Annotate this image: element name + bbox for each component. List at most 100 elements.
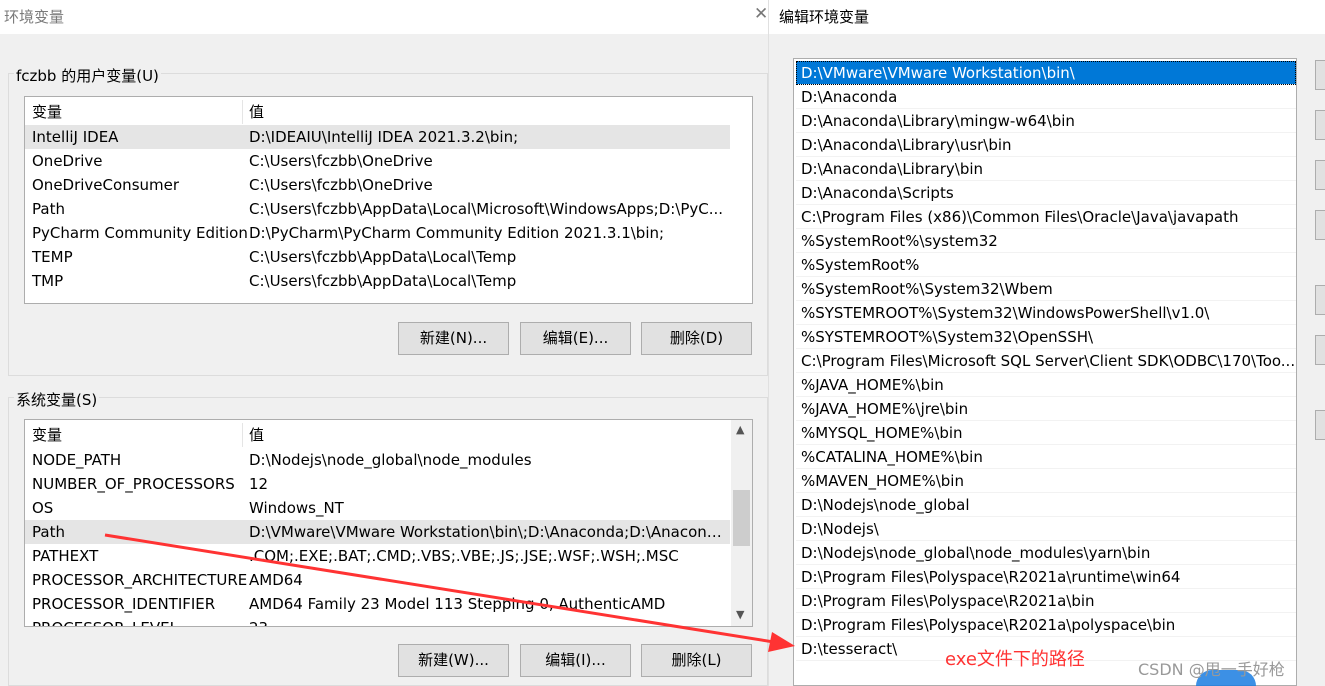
- column-separator[interactable]: [242, 423, 243, 447]
- path-item[interactable]: %JAVA_HOME%\bin: [796, 373, 1296, 397]
- path-item[interactable]: D:\VMware\VMware Workstation\bin\: [796, 61, 1296, 85]
- table-row[interactable]: OS Windows_NT: [25, 496, 730, 520]
- row-value: AMD64 Family 23 Model 113 Stepping 0, Au…: [249, 595, 666, 613]
- column-separator[interactable]: [242, 100, 243, 124]
- row-name: OneDrive: [32, 152, 103, 170]
- path-item[interactable]: %SystemRoot%\system32: [796, 229, 1296, 253]
- table-row[interactable]: OneDriveConsumer C:\Users\fczbb\OneDrive: [25, 173, 730, 197]
- path-item[interactable]: %SystemRoot%\System32\Wbem: [796, 277, 1296, 301]
- path-item[interactable]: %CATALINA_HOME%\bin: [796, 445, 1296, 469]
- row-name: OS: [32, 499, 54, 517]
- column-header-variable[interactable]: 变量: [32, 100, 62, 124]
- row-value: .COM;.EXE;.BAT;.CMD;.VBS;.VBE;.JS;.JSE;.…: [249, 547, 679, 565]
- system-variables-label: 系统变量(S): [14, 389, 100, 410]
- user-new-button[interactable]: 新建(N)...: [398, 322, 509, 355]
- row-value: D:\Nodejs\node_global\node_modules: [249, 451, 532, 469]
- row-name: PROCESSOR_IDENTIFIER: [32, 595, 216, 613]
- system-delete-button[interactable]: 删除(L): [641, 644, 752, 677]
- row-value: C:\Users\fczbb\OneDrive: [249, 152, 433, 170]
- row-name: PROCESSOR_ARCHITECTURE: [32, 571, 248, 589]
- system-edit-button[interactable]: 编辑(I)...: [520, 644, 631, 677]
- path-item[interactable]: D:\Program Files\Polyspace\R2021a\polysp…: [796, 613, 1296, 637]
- delete-button[interactable]: [1315, 210, 1325, 240]
- path-item[interactable]: %MAVEN_HOME%\bin: [796, 469, 1296, 493]
- path-item[interactable]: C:\Program Files\Microsoft SQL Server\Cl…: [796, 349, 1296, 373]
- path-item[interactable]: %JAVA_HOME%\jre\bin: [796, 397, 1296, 421]
- row-value: C:\Users\fczbb\OneDrive: [249, 176, 433, 194]
- table-row[interactable]: PATHEXT .COM;.EXE;.BAT;.CMD;.VBS;.VBE;.JS…: [25, 544, 730, 568]
- system-variables-list: 变量 值 NODE_PATH D:\Nodejs\node_global\node…: [24, 419, 753, 627]
- column-header-variable[interactable]: 变量: [32, 423, 62, 447]
- row-value: D:\PyCharm\PyCharm Community Edition 202…: [249, 224, 665, 242]
- close-icon[interactable]: ✕: [754, 4, 768, 24]
- column-header-value[interactable]: 值: [249, 423, 729, 447]
- row-value: D:\VMware\VMware Workstation\bin\;D:\Ana…: [249, 523, 729, 541]
- window-title: 编辑环境变量: [769, 0, 1325, 34]
- path-item[interactable]: D:\Program Files\Polyspace\R2021a\runtim…: [796, 565, 1296, 589]
- path-item[interactable]: C:\Program Files (x86)\Common Files\Orac…: [796, 205, 1296, 229]
- row-name: PROCESSOR_LEVEL: [32, 616, 178, 626]
- path-item[interactable]: D:\Nodejs\node_global\node_modules\yarn\…: [796, 541, 1296, 565]
- table-row[interactable]: TMP C:\Users\fczbb\AppData\Local\Temp: [25, 269, 730, 293]
- column-header-value[interactable]: 值: [249, 100, 729, 124]
- scrollbar-thumb[interactable]: [733, 490, 750, 546]
- row-name: TMP: [32, 272, 64, 290]
- path-item[interactable]: D:\Anaconda\Library\usr\bin: [796, 133, 1296, 157]
- row-name: OneDriveConsumer: [32, 176, 180, 194]
- path-item[interactable]: D:\Anaconda\Library\bin: [796, 157, 1296, 181]
- user-variables-list: 变量 值 IntelliJ IDEA D:\IDEAIU\IntelliJ IDE…: [24, 96, 753, 304]
- row-name: NODE_PATH: [32, 451, 122, 469]
- scroll-down-icon[interactable]: ▼: [736, 608, 744, 621]
- path-item[interactable]: D:\Anaconda: [796, 85, 1296, 109]
- row-name: PATHEXT: [32, 547, 99, 565]
- annotation-text: exe文件下的路径: [945, 649, 1085, 670]
- path-item[interactable]: D:\Anaconda\Scripts: [796, 181, 1296, 205]
- table-row[interactable]: PROCESSOR_ARCHITECTURE AMD64: [25, 568, 730, 592]
- browse-button[interactable]: [1315, 160, 1325, 190]
- path-item[interactable]: %SYSTEMROOT%\System32\OpenSSH\: [796, 325, 1296, 349]
- table-row[interactable]: IntelliJ IDEA D:\IDEAIU\IntelliJ IDEA 202…: [25, 125, 730, 149]
- new-button[interactable]: [1315, 60, 1325, 90]
- table-row[interactable]: NUMBER_OF_PROCESSORS 12: [25, 472, 730, 496]
- row-value: C:\Users\fczbb\AppData\Local\Temp: [249, 272, 517, 290]
- edit-text-button[interactable]: [1315, 410, 1325, 440]
- table-row[interactable]: PROCESSOR_LEVEL 23: [25, 616, 730, 626]
- vertical-scrollbar[interactable]: ▲ ▼: [731, 420, 752, 626]
- row-name: PyCharm Community Edition: [32, 224, 248, 242]
- row-name: IntelliJ IDEA: [32, 128, 119, 146]
- user-edit-button[interactable]: 编辑(E)...: [520, 322, 631, 355]
- move-up-button[interactable]: [1315, 285, 1325, 315]
- path-item[interactable]: %SYSTEMROOT%\System32\WindowsPowerShell\…: [796, 301, 1296, 325]
- table-row[interactable]: OneDrive C:\Users\fczbb\OneDrive: [25, 149, 730, 173]
- row-value: 23: [249, 616, 729, 626]
- system-new-button[interactable]: 新建(W)...: [398, 644, 509, 677]
- list-header: 变量 值: [25, 100, 730, 124]
- row-value: C:\Users\fczbb\AppData\Local\Microsoft\W…: [249, 200, 724, 218]
- move-down-button[interactable]: [1315, 335, 1325, 365]
- table-row[interactable]: PROCESSOR_IDENTIFIER AMD64 Family 23 Mode…: [25, 592, 730, 616]
- edit-environment-variable-window: 编辑环境变量 D:\VMware\VMware Workstation\bin\…: [768, 0, 1325, 686]
- row-value: 12: [249, 475, 269, 493]
- row-name: Path: [32, 523, 65, 541]
- table-row[interactable]: TEMP C:\Users\fczbb\AppData\Local\Temp: [25, 245, 730, 269]
- scroll-up-icon[interactable]: ▲: [736, 423, 744, 436]
- row-value: Windows_NT: [249, 499, 344, 517]
- row-value: C:\Users\fczbb\AppData\Local\Temp: [249, 248, 517, 266]
- path-item[interactable]: D:\Anaconda\Library\mingw-w64\bin: [796, 109, 1296, 133]
- path-item[interactable]: D:\Nodejs\node_global: [796, 493, 1296, 517]
- path-item[interactable]: %SystemRoot%: [796, 253, 1296, 277]
- table-row[interactable]: PyCharm Community Edition D:\PyCharm\PyCh…: [25, 221, 730, 245]
- environment-variables-window: 环境变量 ✕ fczbb 的用户变量(U) 变量 值 IntelliJ IDEA…: [0, 0, 768, 686]
- table-row[interactable]: Path D:\VMware\VMware Workstation\bin\;D:…: [25, 520, 730, 544]
- user-delete-button[interactable]: 删除(D): [641, 322, 752, 355]
- path-item[interactable]: D:\Nodejs\: [796, 517, 1296, 541]
- table-row[interactable]: NODE_PATH D:\Nodejs\node_global\node_modu…: [25, 448, 730, 472]
- edit-button[interactable]: [1315, 110, 1325, 140]
- path-item[interactable]: D:\Program Files\Polyspace\R2021a\bin: [796, 589, 1296, 613]
- watermark: CSDN @甩一手好枪: [1138, 660, 1285, 679]
- path-item[interactable]: %MYSQL_HOME%\bin: [796, 421, 1296, 445]
- path-list: D:\VMware\VMware Workstation\bin\ D:\Ana…: [793, 58, 1297, 686]
- table-row[interactable]: Path C:\Users\fczbb\AppData\Local\Microso…: [25, 197, 730, 221]
- row-value: AMD64: [249, 571, 303, 589]
- window-title: 环境变量: [0, 0, 768, 34]
